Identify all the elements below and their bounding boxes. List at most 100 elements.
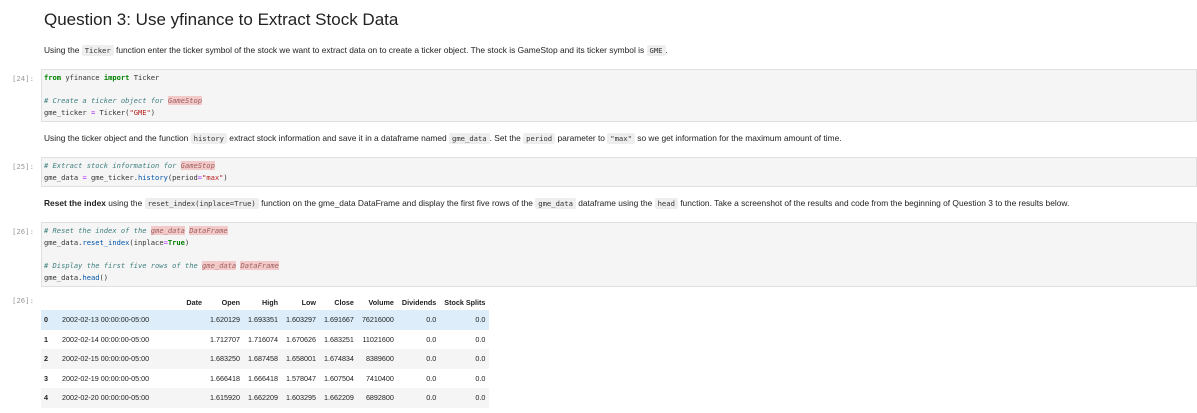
- md-text: function on the gme_data DataFrame and d…: [261, 198, 533, 208]
- section-heading: Question 3: Use yfinance to Extract Stoc…: [44, 10, 399, 29]
- column-header: Open: [221, 298, 240, 307]
- inline-code: period: [523, 133, 556, 144]
- output-prompt: [26]:: [12, 296, 34, 305]
- cell-volume: 7410400: [365, 373, 394, 383]
- cell-prompt: [25]:: [12, 162, 34, 171]
- table-row: 1 2002-02-14 00:00:00-05:00 1.712707 1.7…: [41, 330, 489, 350]
- cell-close: 1.691667: [319, 310, 358, 330]
- markdown-instruction-history: Using the ticker object and the function…: [44, 133, 842, 144]
- cell-open: 1.666418: [210, 373, 240, 383]
- cell-date: 2002-02-19 00:00:00-05:00: [62, 373, 150, 383]
- table-row: 3 2002-02-19 00:00:00-05:00 1.666418 1.6…: [41, 369, 489, 389]
- inline-code: Ticker: [81, 45, 114, 56]
- cell-close: 1.607504: [323, 373, 354, 383]
- code-comment: # Extract stock information for GameStop: [44, 161, 215, 170]
- md-text: using the: [108, 198, 143, 208]
- code-comment: # Reset the index of the gme_data DataFr…: [44, 226, 228, 235]
- markdown-instruction-ticker: Using the Ticker function enter the tick…: [44, 45, 668, 56]
- row-index: 3: [44, 373, 48, 383]
- code-cell-ticker[interactable]: [41, 69, 1197, 122]
- row-index: 0: [41, 310, 58, 330]
- code-line: gme_data.head(): [44, 273, 109, 282]
- cell-low: 1.603297: [281, 310, 320, 330]
- cell-volume: 8389600: [357, 349, 398, 369]
- md-text: Using the: [44, 45, 80, 55]
- cell-stock-splits: 0.0: [440, 388, 490, 408]
- md-text: extract stock information and save it in…: [229, 133, 447, 143]
- row-index: 1: [44, 334, 48, 344]
- cell-high: 1.666418: [247, 373, 278, 383]
- code-comment: # Create a ticker object for GameStop: [44, 96, 203, 105]
- cell-close: 1.674834: [319, 349, 358, 369]
- cell-volume: 11021600: [362, 334, 394, 344]
- md-text: function. Take a screenshot of the resul…: [680, 198, 1070, 208]
- cell-prompt: [26]:: [12, 227, 34, 236]
- cell-open: 1.712707: [210, 334, 240, 344]
- cell-open: 1.620129: [206, 310, 244, 330]
- md-bold-text: Reset the index: [44, 198, 106, 208]
- column-header: Stock Splits: [444, 298, 486, 307]
- cell-stock-splits: 0.0: [475, 334, 486, 344]
- inline-code: head: [654, 198, 678, 209]
- md-text: so we get information for the maximum am…: [637, 133, 842, 143]
- cell-close: 1.683251: [323, 334, 354, 344]
- column-header: [41, 295, 58, 310]
- cell-prompt: [24]:: [12, 74, 34, 83]
- row-index: 2: [41, 349, 58, 369]
- cell-high: 1.687458: [243, 349, 282, 369]
- cell-date: 2002-02-20 00:00:00-05:00: [58, 388, 206, 408]
- cell-volume: 76216000: [357, 310, 398, 330]
- column-header: Dividends: [401, 298, 437, 307]
- cell-high: 1.693351: [243, 310, 282, 330]
- code-line: gme_ticker = Ticker("GME"): [44, 108, 156, 117]
- cell-low: 1.603295: [281, 388, 320, 408]
- cell-dividends: 0.0: [426, 334, 437, 344]
- cell-open: 1.683250: [206, 349, 244, 369]
- column-header: Low: [301, 298, 316, 307]
- row-index: 4: [41, 388, 58, 408]
- cell-open: 1.615920: [206, 388, 244, 408]
- md-text: . Set the: [489, 133, 521, 143]
- table-row: 4 2002-02-20 00:00:00-05:00 1.615920 1.6…: [41, 388, 490, 408]
- column-header: Close: [334, 298, 354, 307]
- md-text: Using the ticker object and the function: [44, 133, 189, 143]
- table-row: 2 2002-02-15 00:00:00-05:00 1.683250 1.6…: [41, 349, 490, 369]
- inline-code: reset_index(inplace=True): [144, 198, 259, 209]
- cell-low: 1.670626: [285, 334, 316, 344]
- inline-code: gme_data: [449, 133, 490, 144]
- cell-stock-splits: 0.0: [440, 349, 490, 369]
- cell-low: 1.578047: [285, 373, 316, 383]
- column-header: High: [262, 298, 278, 307]
- table-header-row: Date Open High Low Close Volume Dividend…: [41, 295, 489, 310]
- cell-high: 1.662209: [243, 388, 282, 408]
- cell-high: 1.716074: [247, 334, 278, 344]
- column-header: Volume: [368, 298, 394, 307]
- markdown-instruction-reset-index: Reset the index using the reset_index(in…: [44, 198, 1070, 209]
- cell-dividends: 0.0: [397, 388, 441, 408]
- inline-code: GME: [646, 45, 666, 56]
- inline-code: history: [190, 133, 227, 144]
- cell-close: 1.662209: [319, 388, 358, 408]
- cell-dividends: 0.0: [397, 310, 441, 330]
- code-line: gme_data = gme_ticker.history(period="ma…: [44, 173, 228, 182]
- md-text: .: [665, 45, 668, 55]
- table-row: 0 2002-02-13 00:00:00-05:00 1.620129 1.6…: [41, 310, 490, 330]
- md-text: dataframe using the: [578, 198, 653, 208]
- cell-dividends: 0.0: [426, 373, 437, 383]
- cell-date: 2002-02-13 00:00:00-05:00: [58, 310, 206, 330]
- cell-dividends: 0.0: [397, 349, 441, 369]
- code-comment: # Display the first five rows of the gme…: [44, 261, 279, 270]
- cell-low: 1.658001: [281, 349, 320, 369]
- inline-code: gme_data: [535, 198, 576, 209]
- md-text: parameter to: [557, 133, 605, 143]
- cell-stock-splits: 0.0: [440, 310, 490, 330]
- column-header: Date: [186, 298, 202, 307]
- cell-stock-splits: 0.0: [475, 373, 486, 383]
- inline-code: "max": [607, 133, 635, 144]
- md-text: function enter the ticker symbol of the …: [116, 45, 645, 55]
- dataframe-output-table: Date Open High Low Close Volume Dividend…: [41, 295, 490, 408]
- cell-volume: 6892800: [357, 388, 398, 408]
- code-line: from yfinance import Ticker: [44, 73, 160, 82]
- cell-date: 2002-02-14 00:00:00-05:00: [62, 334, 150, 344]
- cell-date: 2002-02-15 00:00:00-05:00: [58, 349, 206, 369]
